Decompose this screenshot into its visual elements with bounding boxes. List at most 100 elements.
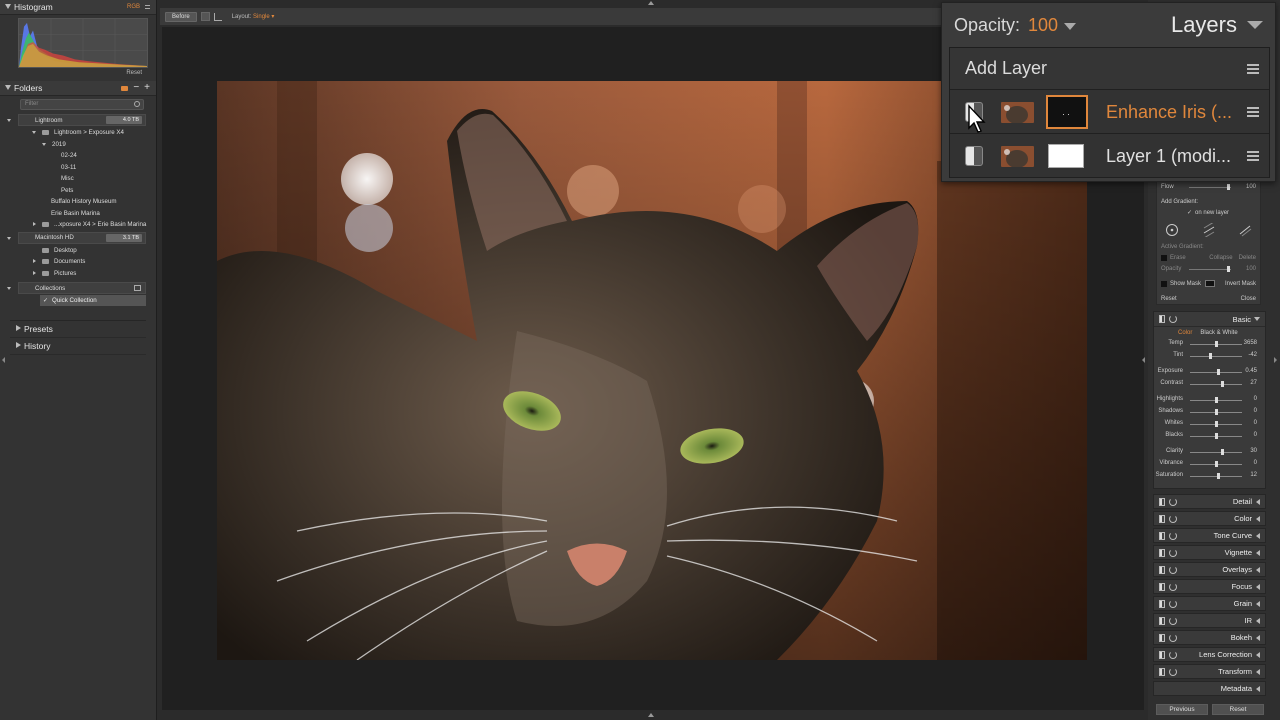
slider-thumb[interactable] (1214, 421, 1218, 427)
history-header[interactable]: History (10, 338, 146, 355)
panel-vignette[interactable]: Vignette (1153, 545, 1266, 560)
flow-slider[interactable] (1189, 184, 1231, 190)
collapse-bottom-icon[interactable] (648, 713, 654, 717)
adjustment-slider[interactable] (1190, 452, 1242, 453)
minus-icon[interactable]: − (133, 83, 139, 93)
adjustment-row[interactable]: Exposure 0.45 (1154, 366, 1265, 378)
adjustment-row[interactable]: Whites 0 (1154, 418, 1265, 430)
brush-reset-button[interactable]: Reset (1161, 296, 1177, 302)
reset-icon[interactable] (1169, 667, 1177, 676)
toggle-icon[interactable] (1159, 514, 1165, 523)
slider-thumb[interactable] (1220, 449, 1224, 455)
expand-icon[interactable] (7, 236, 11, 240)
overlay-icon[interactable] (213, 12, 222, 21)
histogram-channel[interactable]: RGB (127, 4, 140, 10)
expand-icon[interactable] (16, 342, 21, 348)
opacity-slider-row[interactable]: Opacity 100 (1161, 264, 1256, 273)
chevron-left-icon[interactable] (1256, 515, 1260, 522)
adjustment-value[interactable]: 27 (1250, 380, 1257, 386)
invert-mask-button[interactable]: Invert Mask (1225, 281, 1256, 287)
new-layer-option[interactable]: ✓ on new layer (1161, 208, 1256, 217)
collapse-top-icon[interactable] (648, 1, 654, 5)
collapse-right-edge-icon[interactable] (1274, 357, 1277, 363)
adjustment-value[interactable]: 0 (1254, 408, 1257, 414)
toggle-icon[interactable] (1159, 599, 1165, 608)
chevron-left-icon[interactable] (1256, 617, 1260, 624)
slider-thumb[interactable] (1214, 341, 1218, 347)
chevron-down-icon[interactable] (1064, 22, 1077, 30)
toggle-icon[interactable] (1159, 650, 1165, 659)
slider-thumb[interactable] (1220, 381, 1224, 387)
tree-folder[interactable]: 02-24 (0, 150, 156, 162)
panel-bokeh[interactable]: Bokeh (1153, 630, 1266, 645)
adjustment-value[interactable]: 0 (1254, 420, 1257, 426)
reset-button[interactable]: Reset (1212, 704, 1264, 715)
panel-transform[interactable]: Transform (1153, 664, 1266, 679)
expand-icon[interactable] (7, 119, 11, 122)
slider-thumb[interactable] (1214, 433, 1218, 439)
reset-icon[interactable] (1169, 582, 1177, 591)
histogram-reset-button[interactable]: Reset (0, 70, 142, 79)
panel-color[interactable]: Color (1153, 511, 1266, 526)
adjustment-row[interactable]: Tint -42 (1154, 350, 1265, 362)
chevron-left-icon[interactable] (1256, 532, 1260, 539)
adjustment-slider[interactable] (1190, 356, 1242, 357)
opacity-slider[interactable] (1189, 266, 1231, 272)
plus-icon[interactable]: + (144, 83, 150, 93)
reset-icon[interactable] (1169, 565, 1177, 574)
toggle-icon[interactable] (1159, 633, 1165, 642)
tree-folder[interactable]: Desktop (0, 245, 156, 257)
histogram-header[interactable]: Histogram RGB (0, 0, 156, 15)
adjustment-value[interactable]: 0.45 (1245, 368, 1257, 374)
panel-overlays[interactable]: Overlays (1153, 562, 1266, 577)
adjustment-row[interactable]: Highlights 0 (1154, 394, 1265, 406)
chevron-left-icon[interactable] (1256, 668, 1260, 675)
reset-icon[interactable] (1169, 514, 1177, 523)
chevron-left-icon[interactable] (1256, 583, 1260, 590)
chevron-down-icon[interactable] (1254, 317, 1260, 321)
brush-close-button[interactable]: Close (1241, 296, 1256, 302)
reset-icon[interactable] (1169, 599, 1177, 608)
collapse-left-panel-icon[interactable] (2, 357, 5, 363)
toggle-icon[interactable] (1159, 548, 1165, 557)
menu-icon[interactable] (1247, 106, 1259, 117)
expand-icon[interactable] (42, 142, 46, 146)
before-button[interactable]: Before (165, 11, 197, 22)
adjustment-row[interactable]: Shadows 0 (1154, 406, 1265, 418)
layout-selector[interactable]: Layout: Single ▾ (232, 13, 275, 20)
toggle-icon[interactable] (1159, 315, 1165, 323)
adjustment-value[interactable]: 12 (1250, 472, 1257, 478)
reset-icon[interactable] (1169, 497, 1177, 506)
tree-folder[interactable]: 2019 (0, 139, 156, 151)
layer-name[interactable]: Enhance Iris (... (1106, 102, 1232, 123)
adjustment-row[interactable]: Vibrance 0 (1154, 458, 1265, 470)
toggle-icon[interactable] (1159, 582, 1165, 591)
chevron-left-icon[interactable] (1256, 498, 1260, 505)
brush-gradient-icon[interactable] (1238, 223, 1252, 237)
slider-thumb[interactable] (1214, 409, 1218, 415)
layer-row[interactable]: ·· Enhance Iris (... (950, 90, 1269, 134)
collections-row[interactable]: Collections (7, 282, 146, 294)
adjustment-value[interactable]: 3658 (1244, 340, 1257, 346)
tree-folder[interactable]: Documents (0, 256, 156, 268)
tab-black-white[interactable]: Black & White (1200, 330, 1237, 336)
adjustment-slider[interactable] (1190, 384, 1242, 385)
adjustment-row[interactable]: Saturation 12 (1154, 470, 1265, 482)
tree-folder[interactable]: ...xposure X4 > Erie Basin Marina (0, 219, 156, 231)
chevron-down-icon[interactable] (1247, 21, 1263, 29)
delete-button[interactable]: Delete (1239, 255, 1256, 261)
quick-collection-item[interactable]: ✓ Quick Collection (40, 295, 146, 306)
menu-icon[interactable] (1247, 63, 1259, 74)
chevron-left-icon[interactable] (1256, 566, 1260, 573)
chevron-left-icon[interactable] (1256, 651, 1260, 658)
linear-gradient-icon[interactable] (1202, 221, 1216, 239)
reset-icon[interactable] (1169, 548, 1177, 557)
flow-slider-row[interactable]: Flow 100 (1161, 182, 1256, 191)
adjustment-row[interactable]: Temp 3658 (1154, 338, 1265, 350)
toggle-icon[interactable] (1159, 667, 1165, 676)
adjustment-value[interactable]: 0 (1254, 432, 1257, 438)
panel-grain[interactable]: Grain (1153, 596, 1266, 611)
adjustment-slider[interactable] (1190, 372, 1242, 373)
tree-folder[interactable]: Buffalo History Museum (0, 196, 156, 208)
menu-icon[interactable] (1247, 150, 1259, 161)
